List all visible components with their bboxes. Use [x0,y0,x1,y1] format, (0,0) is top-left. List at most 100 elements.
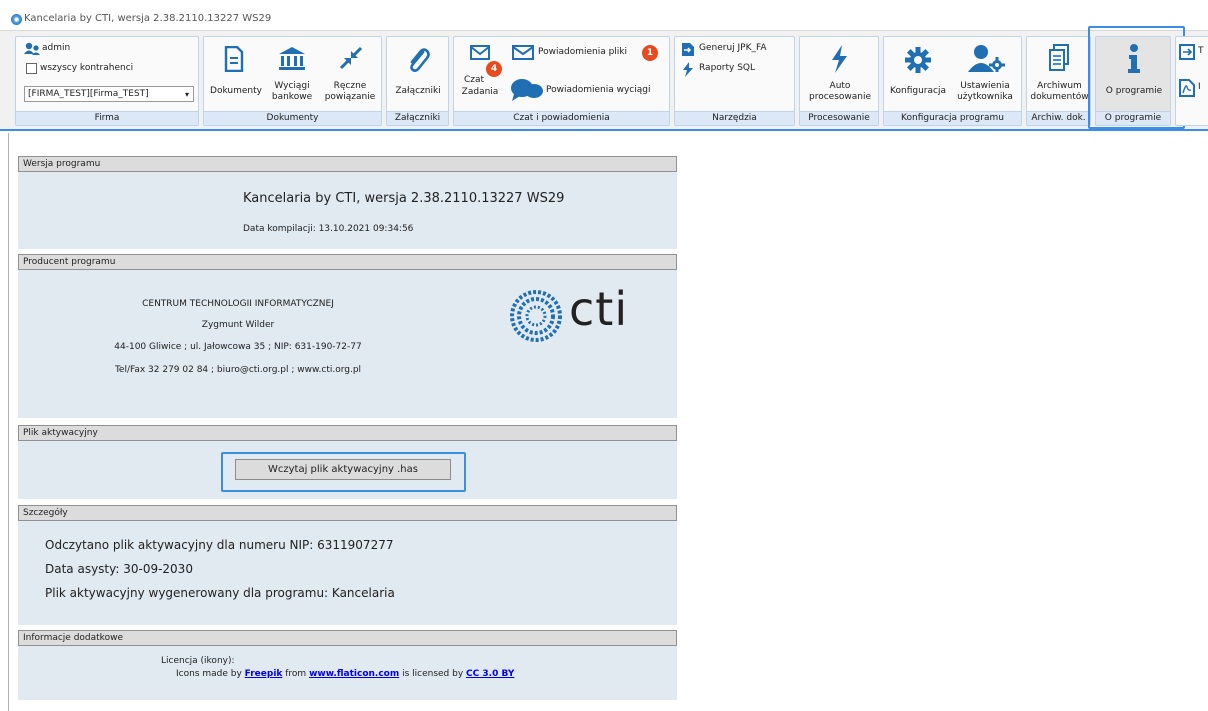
manual-label-1: Ręczne [333,81,367,91]
details-nip: Odczytano plik aktywacyjny dla numeru NI… [45,538,394,552]
cti-logo-text: cti [569,282,629,336]
arrow-box-icon [1179,44,1195,60]
company-select[interactable]: [FIRMA_TEST][Firma_TEST] ▾ [24,86,194,102]
extra-label-t: T [1198,46,1204,56]
group-firma: admin wszyscy kontrahenci [FIRMA_TEST][F… [15,36,199,126]
bank-statements-button[interactable]: Wyciągi bankowe [266,41,318,111]
all-contractors-checkbox[interactable]: wszyscy kontrahenci [24,62,164,76]
group-procesowanie: Auto procesowanie Procesowanie [799,36,879,126]
group-label: Narzędzia [675,111,794,125]
sql-label: Raporty SQL [699,63,756,73]
documents-button[interactable]: Dokumenty [206,41,266,111]
title-bar: Kancelaria by CTI, wersja 2.38.2110.1322… [0,0,1208,30]
group-label: Procesowanie [800,111,878,125]
window-title: Kancelaria by CTI, wersja 2.38.2110.1322… [24,13,272,24]
cc-license-link[interactable]: CC 3.0 BY [466,669,514,679]
from-text: from [282,669,310,679]
configuration-button[interactable]: Konfiguracja [886,41,950,111]
user-settings-button[interactable]: Ustawienia użytkownika [950,41,1020,111]
document-icon [224,46,244,72]
arrows-in-icon [339,46,363,70]
chat-label-2: Zadania [461,87,499,97]
freepik-link[interactable]: Freepik [245,669,283,679]
build-date: Data kompilacji: 13.10.2021 09:34:56 [243,224,414,234]
group-extra: T I [1175,36,1208,126]
bank-label-1: Wyciągi [274,81,310,91]
version-section: Kancelaria by CTI, wersja 2.38.2110.1322… [18,172,677,249]
checkbox-label: wszyscy kontrahenci [40,63,134,73]
documents-label: Dokumenty [210,86,262,96]
manual-links-button[interactable]: Ręczne powiązanie [319,41,381,111]
producer-section: CENTRUM TECHNOLOGII INFORMATYCZNEJ Zygmu… [18,270,677,418]
content-left-border [8,133,9,711]
attachments-label: Załączniki [395,86,441,96]
group-konfiguracja: Konfiguracja Ustawienia użytkownika Konf… [883,36,1022,126]
document-export-icon [682,43,694,56]
user-admin[interactable]: admin [24,42,84,56]
cti-logo-icon [510,290,562,342]
details-program: Plik aktywacyjny wygenerowany dla progra… [45,586,395,600]
jpk-label: Generuj JPK_FA [699,43,767,53]
user-name: admin [42,43,71,53]
auto-label-1: Auto [829,81,851,91]
lightning-icon [683,62,693,77]
load-button-highlight [221,452,466,492]
notif-files-label: Powiadomienia pliki [538,47,628,57]
envelope-icon [512,45,534,60]
attachments-button[interactable]: Załączniki [389,41,447,111]
paperclip-icon [410,48,430,72]
extra-label-i: I [1198,82,1201,92]
user-settings-icon [968,45,1005,72]
checkbox[interactable] [26,63,37,74]
bank-label-2: bankowe [271,92,313,102]
notif-files-button[interactable]: Powiadomienia pliki [512,43,662,61]
version-header: Wersja programu [18,156,677,172]
notif-files-badge: 1 [642,45,658,61]
pdf-icon [1179,79,1195,97]
auto-processing-button[interactable]: Auto procesowanie [802,41,878,111]
chevron-down-icon: ▾ [184,90,189,99]
license-line: Icons made by Freepik from www.flaticon.… [176,669,514,679]
gear-icon [905,47,931,73]
extra-button-t[interactable]: T [1178,43,1208,61]
group-label: Załączniki [387,111,448,125]
extra-button-i[interactable]: I [1178,79,1208,97]
group-dokumenty: Dokumenty Wyciągi bankowe Ręczne powiąza… [203,36,382,126]
producer-company: CENTRUM TECHNOLOGII INFORMATYCZNEJ [142,299,334,309]
flaticon-link[interactable]: www.flaticon.com [309,669,399,679]
group-zalaczniki: Załączniki Załączniki [386,36,449,126]
group-label: Czat i powiadomienia [454,111,669,125]
group-czat: 4 Czat Zadania Powiadomienia pliki 1 Pow… [453,36,670,126]
ribbon: admin wszyscy kontrahenci [FIRMA_TEST][F… [0,26,1208,131]
sql-reports-button[interactable]: Raporty SQL [679,61,793,77]
chat-tasks-button[interactable]: 4 Czat Zadania [456,41,504,111]
jpk-button[interactable]: Generuj JPK_FA [679,41,793,57]
users-icon [24,42,40,55]
producer-owner: Zygmunt Wilder [201,320,275,330]
config-label: Konfiguracja [890,86,946,96]
envelope-icon [470,45,490,60]
chat-label-1: Czat [463,75,485,85]
about-highlight [1088,26,1185,129]
app-icon [11,14,22,25]
group-label: Konfiguracja programu [884,111,1021,125]
additional-header: Informacje dodatkowe [18,630,677,646]
group-archiwum: Archiwum dokumentów Archiw. dok. [1026,36,1091,126]
archive-label-2: dokumentów [1030,92,1089,102]
producer-address: 44-100 Gliwice ; ul. Jałowcowa 35 ; NIP:… [114,342,362,352]
producer-header: Producent programu [18,254,677,270]
group-label: Dokumenty [204,111,381,125]
user-settings-label-2: użytkownika [957,92,1013,102]
group-label: Archiw. dok. [1027,111,1090,125]
producer-contact: Tel/Fax 32 279 02 84 ; biuro@cti.org.pl … [114,365,362,375]
group-label: Firma [16,111,198,125]
archive-button[interactable]: Archiwum dokumentów [1028,41,1091,111]
icons-made-by-text: Icons made by [176,669,245,679]
lightning-icon [832,45,847,73]
documents-stack-icon [1049,44,1069,71]
activation-header: Plik aktywacyjny [18,425,677,441]
notif-statements-button[interactable]: Powiadomienia wyciągi [510,77,668,101]
program-version: Kancelaria by CTI, wersja 2.38.2110.1322… [243,191,565,206]
company-select-value: [FIRMA_TEST][Firma_TEST] [28,89,149,99]
license-label: Licencja (ikony): [161,656,235,666]
